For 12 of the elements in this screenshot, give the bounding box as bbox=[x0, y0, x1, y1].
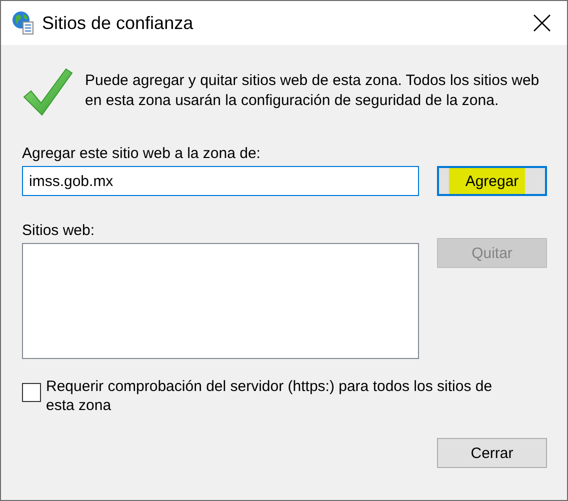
list-label: Sitios web: bbox=[22, 222, 96, 239]
checkbox-label: Requerir comprobación del servidor (https:) para todos los sitios de esta zona bbox=[46, 377, 494, 415]
info-message: Puede agregar y quitar sitios web de esta zona. Todos los sitios web en esta zona usarán la configuración de seguridad de la zona. bbox=[85, 71, 540, 111]
close-button[interactable]: Cerrar bbox=[437, 438, 547, 468]
field-label: Agregar este sitio web a la zona de: bbox=[22, 145, 262, 162]
site-input-field[interactable]: imss.gob.mx bbox=[22, 166, 419, 196]
checkmark-icon bbox=[22, 67, 73, 117]
globe-icon bbox=[12, 11, 34, 35]
window-title: Sitios de confianza bbox=[42, 12, 194, 34]
sites-list[interactable] bbox=[22, 243, 419, 359]
add-button[interactable]: Agregar bbox=[437, 166, 547, 196]
checkbox[interactable] bbox=[22, 383, 41, 402]
